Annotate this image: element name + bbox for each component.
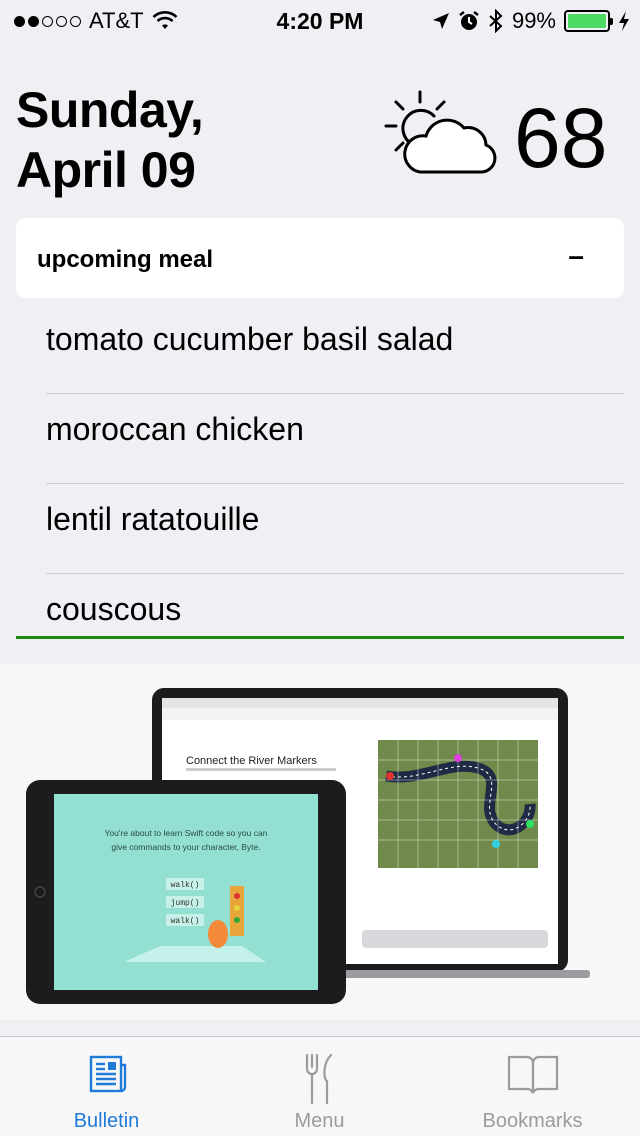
- location-icon: [432, 13, 449, 29]
- fork-knife-icon: [305, 1053, 332, 1105]
- meal-item[interactable]: couscous: [46, 574, 624, 664]
- command-chip: jump(): [171, 899, 200, 908]
- tab-label: Bulletin: [73, 1110, 140, 1132]
- meal-divider: [16, 636, 624, 639]
- upcoming-meal-title: upcoming meal: [37, 246, 214, 273]
- tab-bookmarks[interactable]: Bookmarks: [426, 1037, 639, 1136]
- command-chip: walk(): [171, 881, 200, 890]
- status-right: 99%: [432, 8, 630, 34]
- newspaper-icon: [89, 1055, 126, 1093]
- tab-bulletin[interactable]: Bulletin: [0, 1037, 213, 1136]
- command-chip: walk(): [171, 917, 200, 926]
- tab-menu[interactable]: Menu: [213, 1037, 426, 1136]
- tab-label: Menu: [294, 1110, 345, 1132]
- tab-label: Bookmarks: [482, 1110, 583, 1132]
- battery-fill: [568, 14, 606, 28]
- meal-item[interactable]: moroccan chicken: [46, 394, 624, 484]
- svg-text:You're about to learn Swift co: You're about to learn Swift code so you …: [105, 828, 268, 838]
- meal-item[interactable]: tomato cucumber basil salad: [46, 304, 624, 394]
- partly-cloudy-icon: [384, 90, 497, 174]
- date-heading: Sunday, April 09: [16, 80, 204, 200]
- svg-text:give commands to your characte: give commands to your character, Byte.: [111, 842, 260, 852]
- battery-icon: [564, 10, 613, 32]
- promo-illustration: Connect the River Markers You're about t…: [26, 688, 590, 1004]
- status-bar: AT&T 4:20 PM 99%: [0, 0, 640, 40]
- meal-item[interactable]: lentil ratatouille: [46, 484, 624, 574]
- book-icon: [507, 1055, 558, 1094]
- tab-bar: Bulletin Menu Bookmarks: [0, 1036, 640, 1136]
- charging-icon: [619, 11, 629, 31]
- collapse-button[interactable]: –: [568, 240, 584, 272]
- temperature: 68: [514, 91, 608, 185]
- date-label: April 09: [16, 142, 196, 198]
- alarm-icon: [459, 11, 479, 30]
- promo-banner[interactable]: Connect the River Markers You're about t…: [0, 664, 640, 1020]
- meal-list: tomato cucumber basil salad moroccan chi…: [46, 304, 624, 664]
- bluetooth-icon: [489, 9, 503, 33]
- battery-percent: 99%: [511, 8, 556, 33]
- upcoming-meal-header[interactable]: upcoming meal –: [16, 218, 624, 298]
- day-label: Sunday,: [16, 82, 204, 138]
- mac-heading: Connect the River Markers: [186, 755, 317, 767]
